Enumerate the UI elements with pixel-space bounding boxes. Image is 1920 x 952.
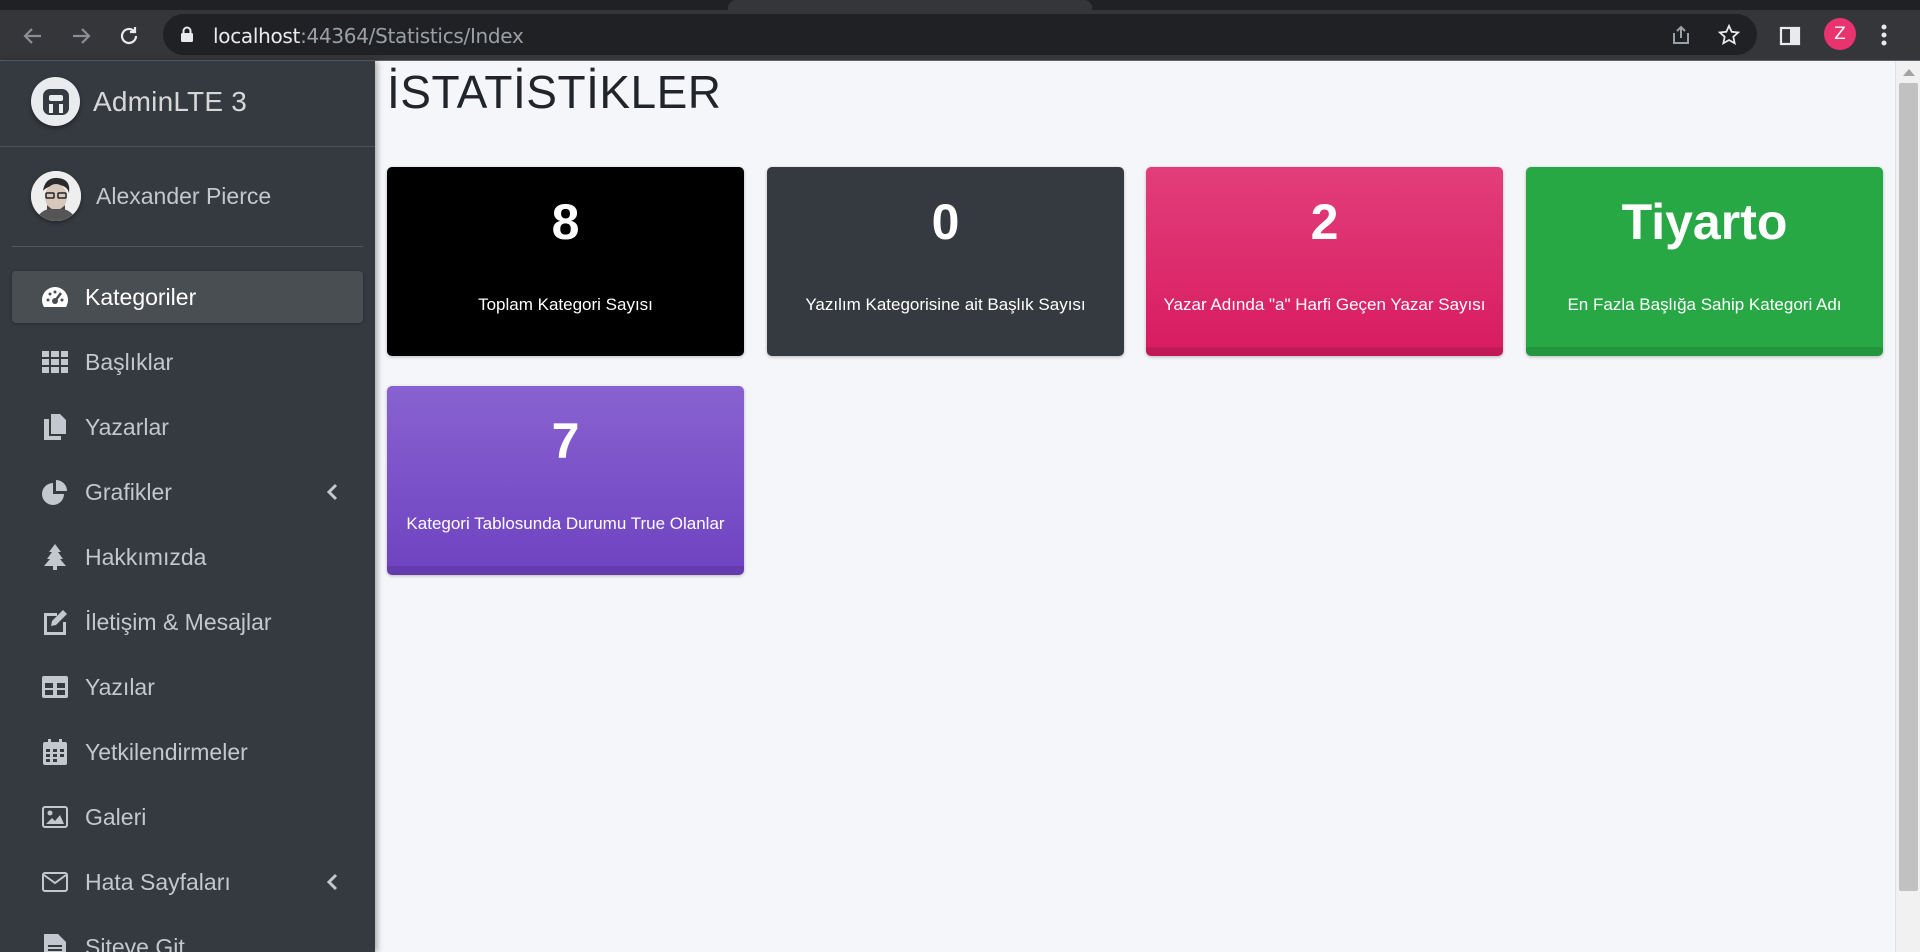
content-wrapper: İSTATİSTİKLER 8 Toplam Kategori Sayısı 0… bbox=[375, 61, 1895, 952]
user-avatar[interactable] bbox=[31, 171, 81, 221]
sidebar-item-label: Yetkilendirmeler bbox=[85, 738, 248, 765]
sidebar-divider bbox=[12, 246, 363, 247]
card-footer bbox=[387, 566, 744, 575]
active-tab[interactable] bbox=[728, 0, 1092, 10]
stat-value: 2 bbox=[1310, 194, 1339, 250]
sidebar-item-hakkimizda[interactable]: Hakkımızda bbox=[12, 531, 363, 583]
card-footer bbox=[1526, 347, 1883, 356]
sidebar-item-label: Yazılar bbox=[85, 673, 155, 700]
stat-card-active-categories[interactable]: 7 Kategori Tablosunda Durumu True Olanla… bbox=[387, 386, 744, 575]
stat-caption: En Fazla Başlığa Sahip Kategori Adı bbox=[1567, 295, 1842, 314]
brand-link[interactable]: AdminLTE 3 bbox=[0, 61, 375, 147]
sidebar-item-grafikler[interactable]: Grafikler bbox=[12, 466, 363, 518]
edit-icon bbox=[41, 608, 69, 636]
sidebar-item-label: Yazarlar bbox=[85, 413, 169, 440]
card-footer bbox=[1146, 347, 1503, 356]
main-sidebar: AdminLTE 3 Alexander Pierce Kategoriler bbox=[0, 61, 375, 952]
browser-toolbar: localhost:44364/Statistics/Index Z bbox=[0, 10, 1920, 60]
address-bar[interactable]: localhost:44364/Statistics/Index bbox=[163, 14, 1757, 55]
brand-logo-icon bbox=[31, 77, 80, 126]
url-path: :44364/Statistics/Index bbox=[300, 24, 524, 48]
sidebar-item-yazarlar[interactable]: Yazarlar bbox=[12, 401, 363, 453]
table-icon bbox=[41, 673, 69, 701]
stat-caption: Kategori Tablosunda Durumu True Olanlar bbox=[406, 514, 725, 533]
stat-value: 7 bbox=[551, 413, 580, 469]
scroll-up-icon[interactable] bbox=[1903, 69, 1915, 76]
user-panel: Alexander Pierce bbox=[0, 147, 375, 247]
chevron-left-icon bbox=[325, 482, 339, 502]
stat-caption: Yazılım Kategorisine ait Başlık Sayısı bbox=[805, 295, 1086, 314]
stat-caption: Toplam Kategori Sayısı bbox=[478, 295, 653, 314]
sidebar-item-galeri[interactable]: Galeri bbox=[12, 791, 363, 843]
tab-strip bbox=[0, 0, 1920, 10]
pie-chart-icon bbox=[41, 478, 69, 506]
brand-text: AdminLTE 3 bbox=[93, 86, 247, 117]
forward-icon[interactable] bbox=[66, 21, 96, 51]
copy-icon bbox=[41, 413, 69, 441]
sidebar-item-label: Kategoriler bbox=[85, 283, 197, 310]
star-icon[interactable] bbox=[1717, 23, 1741, 46]
stat-card-software-titles[interactable]: 0 Yazılım Kategorisine ait Başlık Sayısı bbox=[767, 167, 1124, 356]
stat-card-total-categories[interactable]: 8 Toplam Kategori Sayısı bbox=[387, 167, 744, 356]
sidebar-item-label: Siteye Git bbox=[85, 933, 185, 952]
stat-caption: Yazar Adında "a" Harfi Geçen Yazar Sayıs… bbox=[1163, 295, 1486, 314]
sidebar-item-label: Hata Sayfaları bbox=[85, 868, 231, 895]
lock-icon[interactable] bbox=[180, 26, 194, 48]
sidebar-item-hata-sayfalari[interactable]: Hata Sayfaları bbox=[12, 856, 363, 908]
chevron-left-icon bbox=[325, 872, 339, 892]
sidebar-item-yetkilendirmeler[interactable]: Yetkilendirmeler bbox=[12, 726, 363, 778]
stat-value: Tiyarto bbox=[1621, 194, 1788, 250]
file-icon bbox=[41, 933, 69, 952]
stat-value: 8 bbox=[551, 194, 580, 250]
reload-icon[interactable] bbox=[114, 21, 144, 51]
sidebar-item-label: Galeri bbox=[85, 803, 147, 830]
sidebar-item-iletisim[interactable]: İletişim & Mesajlar bbox=[12, 596, 363, 648]
sidebar-item-label: Başlıklar bbox=[85, 348, 174, 375]
scroll-thumb[interactable] bbox=[1899, 83, 1918, 891]
sidebar-item-label: Grafikler bbox=[85, 478, 172, 505]
menu-dots-icon[interactable] bbox=[1877, 21, 1891, 49]
url-host: localhost bbox=[213, 24, 301, 48]
sidebar-item-label: Hakkımızda bbox=[85, 543, 207, 570]
tree-icon bbox=[41, 543, 69, 571]
sidebar-item-kategoriler[interactable]: Kategoriler bbox=[12, 271, 363, 323]
sidebar-item-basliklar[interactable]: Başlıklar bbox=[12, 336, 363, 388]
tachometer-icon bbox=[41, 283, 69, 311]
sidebar-item-yazilar[interactable]: Yazılar bbox=[12, 661, 363, 713]
sidebar-nav: Kategoriler Başlıklar Yazarlar Grafikler bbox=[12, 271, 363, 952]
user-name[interactable]: Alexander Pierce bbox=[96, 183, 271, 210]
url-text: localhost:44364/Statistics/Index bbox=[213, 24, 524, 48]
page-scrollbar[interactable] bbox=[1895, 61, 1920, 952]
stat-card-authors-with-a[interactable]: 2 Yazar Adında "a" Harfi Geçen Yazar Say… bbox=[1146, 167, 1503, 356]
stat-card-top-category[interactable]: Tiyarto En Fazla Başlığa Sahip Kategori … bbox=[1526, 167, 1883, 356]
sidebar-item-label: İletişim & Mesajlar bbox=[85, 608, 272, 635]
profile-avatar[interactable]: Z bbox=[1824, 18, 1856, 50]
sidebar-item-siteye-git[interactable]: Siteye Git bbox=[12, 921, 363, 952]
calendar-icon bbox=[41, 738, 69, 766]
stat-value: 0 bbox=[931, 194, 960, 250]
envelope-icon bbox=[41, 868, 69, 896]
share-icon[interactable] bbox=[1670, 24, 1692, 46]
image-icon bbox=[41, 803, 69, 831]
th-grid-icon bbox=[41, 348, 69, 376]
back-icon[interactable] bbox=[18, 21, 48, 51]
page-title: İSTATİSTİKLER bbox=[387, 66, 722, 118]
side-panel-icon[interactable] bbox=[1775, 21, 1805, 51]
